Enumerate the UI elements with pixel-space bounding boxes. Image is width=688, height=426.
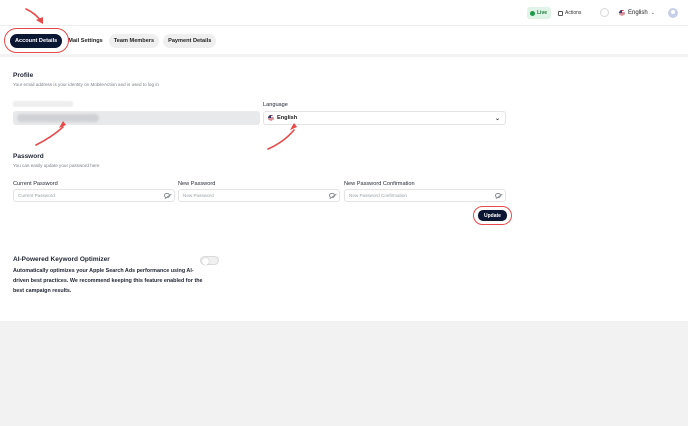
password-subtitle: You can easily update your password here (13, 163, 100, 168)
update-button[interactable]: Update (478, 210, 507, 221)
ai-optimizer-description: Automatically optimizes your Apple Searc… (13, 268, 203, 294)
live-dot-icon (530, 10, 535, 16)
current-password-placeholder: Current Password (18, 193, 55, 198)
chevron-down-icon: ⌄ (650, 10, 655, 16)
checkbox-icon (558, 10, 563, 16)
email-label-blurred (13, 101, 73, 107)
eye-off-icon[interactable] (329, 193, 335, 198)
profile-title: Profile (13, 72, 34, 79)
actions-button[interactable]: Actions (558, 7, 581, 19)
live-badge[interactable]: Live (527, 7, 551, 19)
user-avatar[interactable] (668, 8, 678, 18)
ai-optimizer-title: AI-Powered Keyword Optimizer (13, 256, 110, 263)
language-switcher-label: English (628, 10, 648, 16)
confirm-password-input[interactable]: New Password Confirmation (344, 189, 506, 202)
annotation-ring-account-tab (4, 28, 69, 53)
tab-mail-settings[interactable]: Mail Settings (66, 34, 105, 48)
current-password-input[interactable]: Current Password (13, 189, 175, 202)
settings-page: Live Actions English ⌄ Account Details M… (0, 0, 688, 321)
new-password-placeholder: New Password (183, 193, 214, 198)
us-flag-icon (619, 10, 625, 16)
language-switcher[interactable]: English ⌄ (619, 7, 655, 19)
us-flag-icon (268, 115, 274, 121)
confirm-password-label: New Password Confirmation (344, 181, 415, 187)
tab-team-members[interactable]: Team Members (108, 34, 160, 48)
language-select-value: English (277, 115, 298, 121)
current-password-label: Current Password (13, 181, 58, 187)
top-bar: Live Actions English ⌄ (0, 0, 688, 26)
live-label: Live (537, 10, 548, 16)
loading-spinner-icon (600, 8, 609, 17)
section-divider (0, 54, 688, 57)
email-field[interactable] (13, 111, 260, 125)
chevron-down-icon: ⌄ (494, 116, 500, 122)
ai-optimizer-toggle[interactable] (200, 256, 219, 265)
language-label: Language (263, 102, 288, 108)
password-title: Password (13, 153, 44, 160)
confirm-password-placeholder: New Password Confirmation (349, 193, 407, 198)
new-password-label: New Password (178, 181, 216, 187)
toggle-knob (202, 257, 209, 265)
tab-payment-details[interactable]: Payment Details (163, 34, 217, 48)
eye-off-icon[interactable] (164, 193, 170, 198)
language-select[interactable]: English ⌄ (263, 111, 506, 125)
new-password-input[interactable]: New Password (178, 189, 340, 202)
profile-subtitle: Your email address is your identity on M… (13, 82, 159, 87)
eye-off-icon[interactable] (495, 193, 501, 198)
actions-label: Actions (565, 10, 582, 16)
